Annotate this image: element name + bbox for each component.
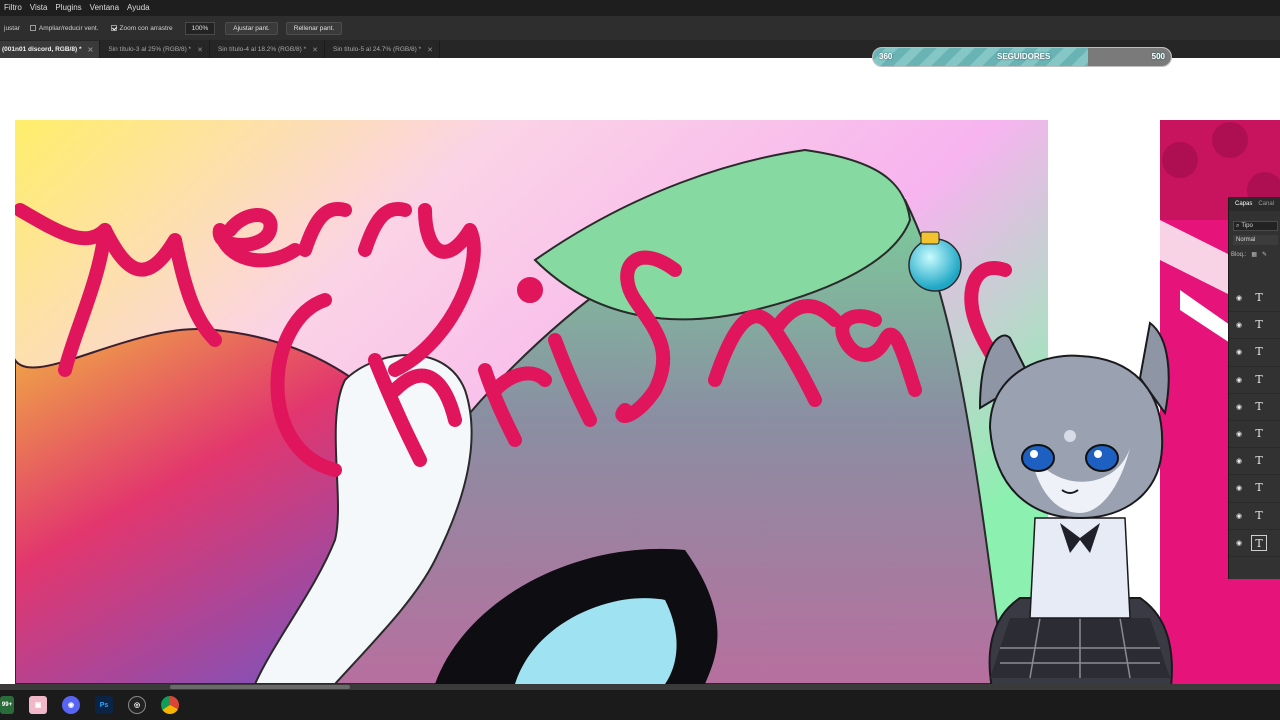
visibility-eye-icon[interactable]: ◉: [1233, 348, 1245, 356]
layer-row[interactable]: ◉ T: [1229, 448, 1280, 476]
text-layer-icon: T: [1255, 318, 1263, 332]
fill-screen-button[interactable]: Rellenar pant.: [285, 21, 343, 35]
lock-row: Bloq.: ▦ ✎: [1231, 251, 1280, 259]
tab-document-1[interactable]: (001n01 discord, RGB/8) * ✕: [0, 41, 101, 58]
layer-row[interactable]: ◉ T: [1229, 475, 1280, 503]
close-icon[interactable]: ✕: [197, 46, 203, 54]
text-layer-icon: T: [1255, 372, 1263, 386]
tab-label: Sin título-3 al 25% (RGB/8) *: [108, 46, 192, 53]
close-icon[interactable]: ✕: [312, 46, 318, 54]
photoshop-icon[interactable]: Ps: [95, 696, 113, 714]
tab-label: Sin título-5 al 24.7% (RGB/8) *: [333, 46, 422, 53]
lock-transparency-icon[interactable]: ▦: [1251, 251, 1257, 258]
visibility-eye-icon[interactable]: ◉: [1233, 376, 1245, 384]
text-layer-icon: T: [1255, 399, 1263, 413]
app-badge-icon[interactable]: 99+: [0, 696, 14, 714]
menu-window[interactable]: Ventana: [86, 0, 123, 16]
text-layer-icon: T: [1251, 534, 1267, 551]
layer-row[interactable]: ◉ T: [1229, 312, 1280, 340]
drag-zoom-label: Zoom con arrastre: [119, 24, 173, 32]
close-icon[interactable]: ✕: [427, 46, 433, 54]
followers-current: 360: [879, 52, 893, 61]
lock-label: Bloq.:: [1231, 251, 1247, 258]
christmas-artwork[interactable]: [15, 120, 1048, 684]
menu-help[interactable]: Ayuda: [123, 0, 154, 16]
layer-row[interactable]: ◉ T: [1229, 367, 1280, 394]
artwork-illustration: [15, 120, 1048, 684]
visibility-eye-icon[interactable]: ◉: [1233, 321, 1245, 329]
text-layer-icon: T: [1255, 291, 1263, 305]
tab-document-3[interactable]: Sin título-4 al 18.2% (RGB/8) * ✕: [209, 41, 325, 58]
cat-avatar-illustration: [978, 321, 1173, 720]
os-taskbar: 99+ ▣ ◉ Ps ◎: [0, 690, 1280, 720]
image-viewer-icon[interactable]: ▣: [29, 696, 47, 714]
options-bar: justar Ampliar/reducir vent. Zoom con ar…: [0, 16, 1280, 40]
discord-icon[interactable]: ◉: [62, 696, 80, 714]
resize-window-option[interactable]: Ampliar/reducir vent.: [24, 25, 105, 32]
adjust-label: justar: [4, 24, 20, 32]
photoshop-window: Filtro Vista Plugins Ventana Ayuda justa…: [0, 0, 1280, 720]
layer-row[interactable]: ◉ T: [1229, 503, 1280, 530]
visibility-eye-icon[interactable]: ◉: [1233, 457, 1245, 465]
text-layer-icon: T: [1255, 454, 1263, 468]
visibility-eye-icon[interactable]: ◉: [1233, 484, 1245, 492]
tab-document-2[interactable]: Sin título-3 al 25% (RGB/8) * ✕: [100, 41, 210, 58]
layer-filter-field[interactable]: ⌕ Tipo: [1233, 221, 1278, 231]
resize-window-checkbox[interactable]: [29, 25, 36, 31]
visibility-eye-icon[interactable]: ◉: [1233, 539, 1245, 547]
tab-document-4[interactable]: Sin título-5 al 24.7% (RGB/8) * ✕: [325, 41, 441, 58]
fit-screen-button[interactable]: Ajustar pant.: [225, 21, 278, 35]
layer-row[interactable]: ◉ T: [1229, 339, 1280, 367]
search-icon: ⌕: [1236, 222, 1240, 229]
layers-panel-tabs: Capas Canal: [1229, 197, 1280, 211]
text-layer-icon: T: [1255, 345, 1263, 359]
visibility-eye-icon[interactable]: ◉: [1233, 403, 1245, 411]
visibility-eye-icon[interactable]: ◉: [1233, 430, 1245, 438]
layer-list: ◉ T ◉ T ◉ T ◉ T ◉ T ◉ T ◉ T ◉ T ◉ T ◉ T: [1229, 285, 1280, 557]
taskbar-badge: 99+: [1, 702, 13, 708]
text-layer-icon: T: [1255, 481, 1263, 495]
text-layer-icon: T: [1255, 427, 1263, 441]
tab-layers[interactable]: Capas: [1235, 201, 1252, 207]
visibility-eye-icon[interactable]: ◉: [1233, 512, 1245, 520]
drag-zoom-option[interactable]: Zoom con arrastre: [105, 25, 179, 32]
tab-label: (001n01 discord, RGB/8) *: [2, 46, 82, 53]
followers-goal-bar: 360 SEGUIDORES 500: [872, 47, 1172, 67]
followers-label: SEGUIDORES: [997, 52, 1051, 61]
menu-view[interactable]: Vista: [26, 0, 52, 16]
blend-mode-select[interactable]: Normal: [1233, 235, 1278, 245]
menu-plugins[interactable]: Plugins: [51, 0, 85, 16]
scrollbar-thumb[interactable]: [170, 685, 350, 689]
layer-row[interactable]: ◉ T: [1229, 530, 1280, 557]
visibility-eye-icon[interactable]: ◉: [1233, 294, 1245, 302]
lock-paint-icon[interactable]: ✎: [1262, 251, 1267, 258]
layer-row[interactable]: ◉ T: [1229, 421, 1280, 449]
layer-filter-label: Tipo: [1241, 223, 1253, 229]
zoom-percent-field[interactable]: 100%: [184, 21, 216, 35]
tab-channels[interactable]: Canal: [1258, 201, 1274, 207]
layers-panel: Capas Canal ⌕ Tipo Normal Bloq.: ▦ ✎ ◉ T ◉…: [1228, 197, 1280, 579]
menu-bar: Filtro Vista Plugins Ventana Ayuda: [0, 0, 1280, 16]
followers-goal: 500: [1151, 52, 1165, 61]
obs-icon[interactable]: ◎: [128, 696, 146, 714]
chrome-icon[interactable]: [161, 696, 179, 714]
layer-row[interactable]: ◉ T: [1229, 285, 1280, 313]
layer-row[interactable]: ◉ T: [1229, 394, 1280, 421]
followers-progress-fill: [873, 48, 1088, 66]
tab-label: Sin título-4 al 18.2% (RGB/8) *: [217, 46, 307, 53]
menu-filter[interactable]: Filtro: [0, 0, 26, 16]
streamer-avatar: [940, 318, 1200, 720]
close-icon[interactable]: ✕: [87, 46, 93, 54]
resize-window-label: Ampliar/reducir vent.: [38, 24, 99, 32]
text-layer-icon: T: [1255, 508, 1263, 522]
drag-zoom-checkbox[interactable]: [110, 25, 117, 31]
